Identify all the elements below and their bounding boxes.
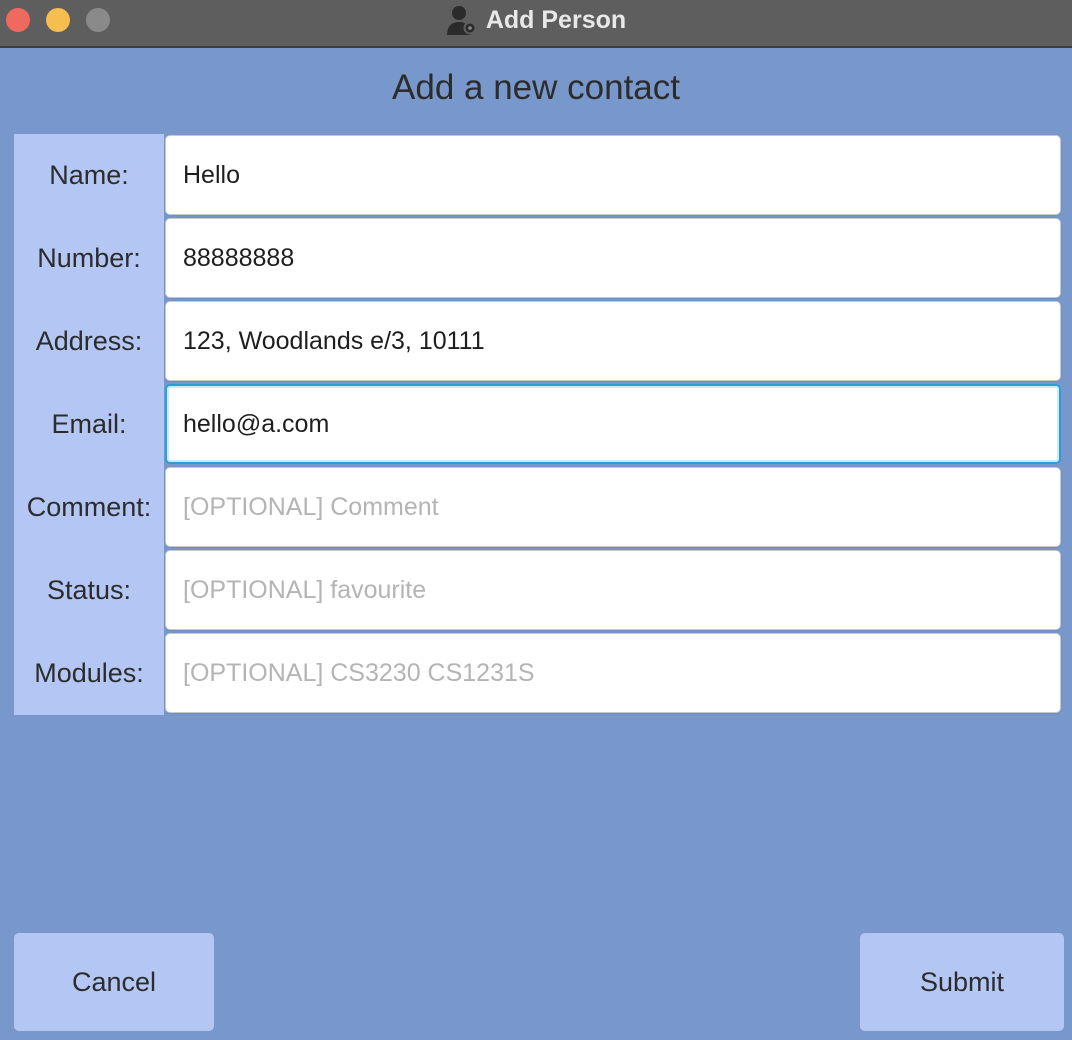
name-input[interactable] — [165, 135, 1061, 215]
form-row-status: Status: — [14, 549, 1062, 632]
status-label: Status: — [46, 575, 132, 605]
cancel-button[interactable]: Cancel — [14, 933, 214, 1031]
name-label: Name: — [49, 160, 129, 190]
form-row-email: Email: — [14, 383, 1062, 466]
form-row-address: Address: — [14, 300, 1062, 383]
submit-button[interactable]: Submit — [860, 933, 1064, 1031]
form-row-modules: Modules: — [14, 632, 1062, 715]
window-title: Add Person — [485, 5, 627, 34]
title-bar[interactable]: Add Person — [0, 0, 1072, 48]
email-label: Email: — [51, 409, 127, 439]
modules-label: Modules: — [34, 658, 144, 688]
comment-label: Comment: — [26, 492, 152, 522]
dialog-heading: Add a new contact — [392, 68, 680, 107]
modules-input[interactable] — [165, 633, 1061, 713]
window-title-group: Add Person — [0, 0, 1072, 40]
address-label: Address: — [35, 326, 143, 356]
add-person-window: Add Person Add a new contact Name: Numbe… — [0, 0, 1072, 1040]
form-row-number: Number: — [14, 217, 1062, 300]
form-row-name: Name: — [14, 134, 1062, 217]
comment-input[interactable] — [165, 467, 1061, 547]
status-input[interactable] — [165, 550, 1061, 630]
number-input[interactable] — [165, 218, 1061, 298]
email-input[interactable] — [165, 384, 1061, 464]
person-add-icon — [446, 4, 478, 36]
address-input[interactable] — [165, 301, 1061, 381]
form-row-comment: Comment: — [14, 466, 1062, 549]
number-label: Number: — [37, 243, 141, 273]
